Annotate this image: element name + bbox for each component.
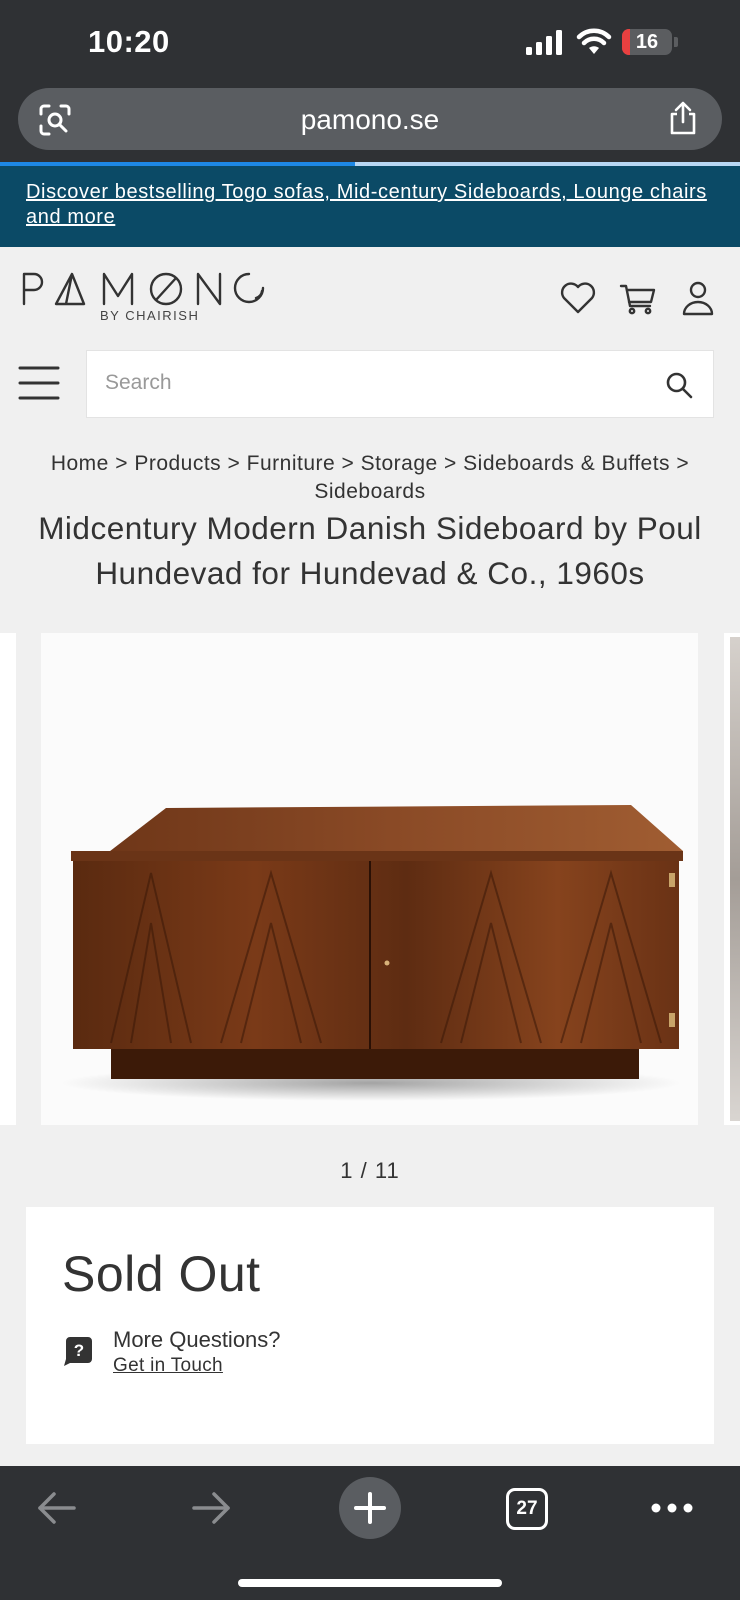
purchase-card: Sold Out ? More Questions? Get in Touch	[26, 1207, 714, 1444]
battery-level: 16	[635, 31, 659, 53]
new-tab-button[interactable]	[339, 1477, 401, 1539]
battery-indicator: 16	[622, 29, 678, 55]
breadcrumb-sideboards[interactable]: Sideboards	[314, 480, 425, 503]
product-title: Midcentury Modern Danish Sideboard by Po…	[38, 510, 702, 591]
product-image[interactable]	[41, 633, 698, 1125]
get-in-touch-link[interactable]: Get in Touch	[113, 1355, 223, 1377]
status-icons: 16	[526, 28, 678, 56]
share-icon[interactable]	[666, 100, 700, 136]
cart-icon[interactable]	[618, 278, 658, 318]
forward-arrow-icon[interactable]	[190, 1490, 234, 1526]
plus-icon	[354, 1492, 386, 1524]
user-icon[interactable]	[678, 278, 718, 318]
header-actions	[558, 278, 718, 318]
gallery-next-image[interactable]	[724, 633, 740, 1125]
back-arrow-icon[interactable]	[34, 1490, 78, 1526]
browser-toolbar: 27	[0, 1466, 740, 1600]
image-counter: 1 / 11	[340, 1158, 400, 1183]
hamburger-menu-icon[interactable]	[18, 365, 60, 401]
wifi-icon	[576, 28, 612, 54]
breadcrumb: Home > Products > Furniture > Storage > …	[0, 450, 740, 506]
sideboard-image	[41, 633, 698, 1125]
cellular-signal-icon	[526, 30, 562, 55]
promo-banner: Discover bestselling Togo sofas, Mid-cen…	[0, 166, 740, 247]
breadcrumb-storage[interactable]: Storage	[361, 452, 438, 475]
more-options-icon[interactable]	[650, 1494, 694, 1522]
search-icon[interactable]	[665, 371, 693, 399]
breadcrumb-separator: >	[227, 452, 241, 475]
sold-out-label: Sold Out	[62, 1246, 261, 1302]
breadcrumb-separator: >	[341, 452, 355, 475]
breadcrumb-sideboards-buffets[interactable]: Sideboards & Buffets	[463, 452, 670, 475]
svg-text:?: ?	[74, 1341, 84, 1360]
promo-link[interactable]: Discover bestselling Togo sofas, Mid-cen…	[26, 181, 707, 228]
breadcrumb-separator: >	[444, 452, 457, 475]
home-indicator	[238, 1579, 502, 1587]
breadcrumb-separator: >	[115, 452, 128, 475]
pamono-wordmark	[22, 272, 265, 306]
url-text[interactable]: pamono.se	[18, 104, 722, 136]
breadcrumb-furniture[interactable]: Furniture	[247, 452, 336, 475]
search-bar	[86, 350, 714, 418]
address-bar[interactable]: pamono.se	[18, 88, 722, 150]
heart-icon[interactable]	[558, 278, 598, 318]
question-icon: ?	[64, 1337, 92, 1366]
tabs-button[interactable]: 27	[506, 1488, 548, 1530]
search-input[interactable]	[105, 371, 625, 395]
breadcrumb-separator: >	[676, 452, 690, 475]
logo-subtitle: BY CHAIRISH	[100, 308, 200, 323]
breadcrumb-home[interactable]: Home	[51, 452, 109, 475]
status-time: 10:20	[88, 24, 170, 59]
breadcrumb-products[interactable]: Products	[134, 452, 221, 475]
gallery-previous-image[interactable]	[0, 633, 16, 1125]
pamono-logo[interactable]: BY CHAIRISH	[22, 270, 272, 323]
more-questions-label: More Questions?	[113, 1327, 281, 1352]
browser-chrome: 10:20 16 pamono.se	[0, 0, 740, 166]
